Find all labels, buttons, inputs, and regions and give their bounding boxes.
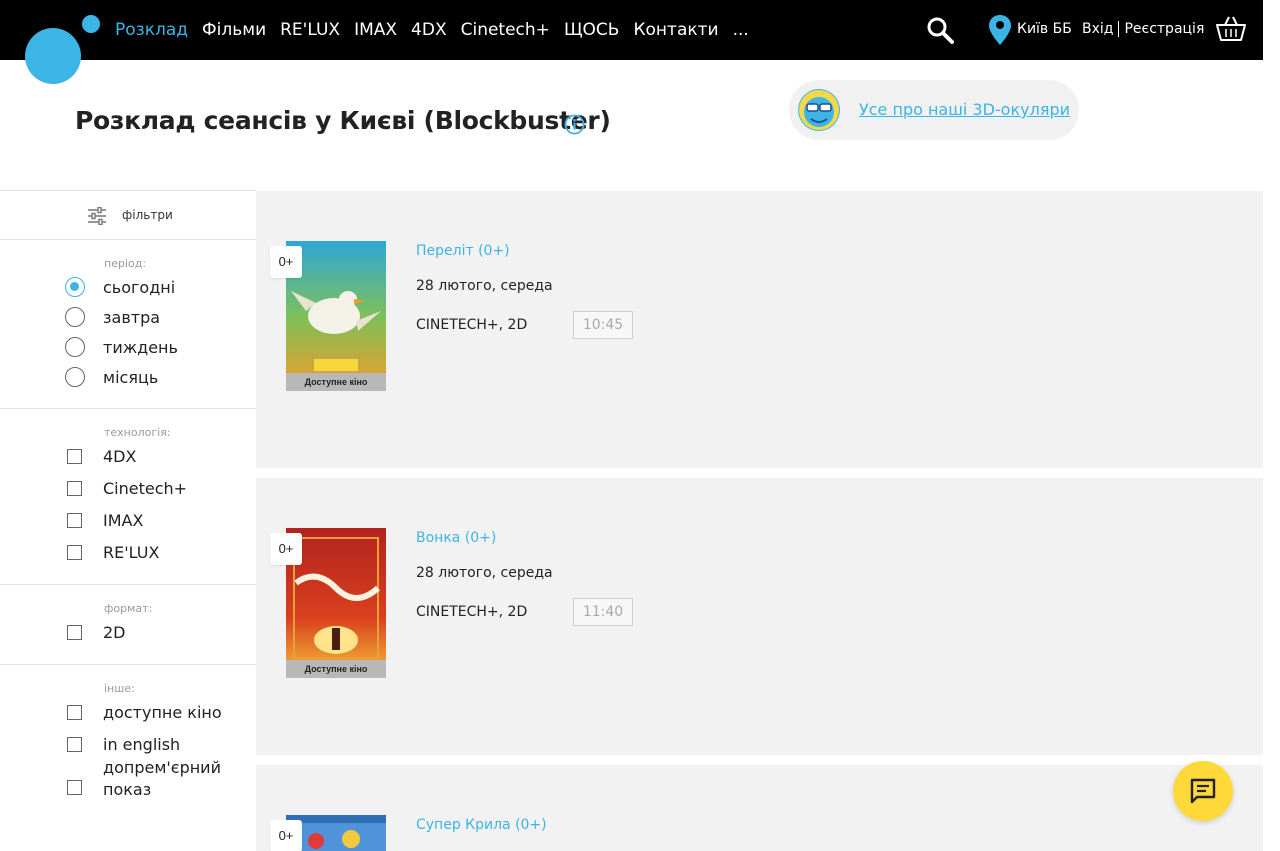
checkbox-imax[interactable]	[67, 513, 82, 528]
nav-relux[interactable]: RE'LUX	[280, 20, 340, 40]
auth-separator	[1118, 21, 1120, 37]
session-date: 28 лютого, середа	[416, 565, 553, 581]
other-premiere-label-line1: допрем'єрний	[103, 758, 221, 777]
format-2d-label: 2D	[103, 623, 126, 642]
logo[interactable]	[25, 28, 81, 84]
filter-sliders-icon	[88, 207, 106, 225]
technology-label: технологія:	[104, 426, 171, 439]
nav-schedule[interactable]: Розклад	[115, 20, 188, 40]
3d-glasses-link[interactable]: Усе про наші 3D-окуляри	[859, 100, 1070, 119]
radio-tomorrow[interactable]	[65, 307, 85, 327]
filter-group-period: період: сьогодні завтра тиждень місяць	[0, 240, 256, 409]
age-rating-badge: 0+	[270, 246, 302, 278]
movie-title-link[interactable]: Супер Крила (0+)	[416, 817, 547, 833]
filter-group-other: інше: доступне кіно in english допрем'єр…	[0, 665, 256, 851]
tech-relux-label: RE'LUX	[103, 543, 160, 562]
chat-icon	[1190, 778, 1216, 804]
checkbox-english[interactable]	[67, 737, 82, 752]
tech-option-cinetech[interactable]: Cinetech+	[65, 479, 187, 498]
poster-caption: Доступне кіно	[286, 373, 386, 391]
checkbox-premiere[interactable]	[67, 780, 82, 795]
auth-links: Вхід Реєстрація	[1082, 21, 1204, 37]
tech-cinetech-label: Cinetech+	[103, 479, 188, 498]
period-today-label: сьогодні	[103, 278, 176, 297]
radio-week[interactable]	[65, 337, 85, 357]
location-pin-icon[interactable]	[988, 14, 1012, 46]
filter-title: фільтри	[122, 208, 173, 222]
other-accessible-label: доступне кіно	[103, 703, 222, 722]
period-tomorrow-label: завтра	[103, 308, 161, 327]
session-card: Доступне кіно 0+ Вонка (0+) 28 лютого, с…	[256, 478, 1263, 755]
checkbox-4dx[interactable]	[67, 449, 82, 464]
tech-option-relux[interactable]: RE'LUX	[65, 543, 159, 562]
filter-group-format: формат: 2D	[0, 585, 256, 665]
period-option-today[interactable]: сьогодні	[65, 277, 175, 297]
nav-cinetech[interactable]: Cinetech+	[461, 20, 550, 40]
tech-option-imax[interactable]: IMAX	[65, 511, 143, 530]
session-time-button[interactable]: 10:45	[573, 311, 633, 339]
mascot-glasses-icon	[798, 89, 840, 131]
basket-icon[interactable]	[1215, 14, 1247, 42]
session-card: 0+ Супер Крила (0+)	[256, 765, 1263, 851]
info-icon[interactable]	[564, 114, 585, 135]
period-week-label: тиждень	[103, 338, 178, 357]
chat-button[interactable]	[1173, 761, 1233, 821]
movie-title-link[interactable]: Переліт (0+)	[416, 243, 510, 259]
other-option-premiere[interactable]: допрем'єрний показ	[65, 758, 221, 799]
movie-title-link[interactable]: Вонка (0+)	[416, 530, 496, 546]
period-option-week[interactable]: тиждень	[65, 337, 178, 357]
radio-today[interactable]	[65, 277, 85, 297]
radio-month[interactable]	[65, 367, 85, 387]
other-option-accessible[interactable]: доступне кіно	[65, 703, 222, 722]
tech-imax-label: IMAX	[103, 511, 144, 530]
session-time-button[interactable]: 11:40	[573, 598, 633, 626]
logo-dot	[82, 15, 100, 33]
tech-4dx-label: 4DX	[103, 447, 137, 466]
login-link[interactable]: Вхід	[1082, 21, 1113, 37]
tech-option-4dx[interactable]: 4DX	[65, 447, 136, 466]
other-premiere-label-line2: показ	[103, 780, 152, 799]
age-rating-badge: 0+	[270, 820, 302, 851]
checkbox-relux[interactable]	[67, 545, 82, 560]
filter-group-technology: технологія: 4DX Cinetech+ IMAX RE'LUX	[0, 409, 256, 585]
checkbox-accessible[interactable]	[67, 705, 82, 720]
session-format: CINETECH+, 2D	[416, 317, 528, 333]
city-selector[interactable]: Київ ББ	[1017, 21, 1072, 37]
other-english-label: in english	[103, 735, 181, 754]
nav-shchos[interactable]: ЩОСЬ	[564, 20, 620, 40]
nav-imax[interactable]: IMAX	[354, 20, 397, 40]
other-option-english[interactable]: in english	[65, 735, 180, 754]
search-icon[interactable]	[925, 15, 955, 45]
main-nav: Розклад Фільми RE'LUX IMAX 4DX Cinetech+…	[115, 0, 763, 60]
nav-4dx[interactable]: 4DX	[411, 20, 447, 40]
checkbox-cinetech[interactable]	[67, 481, 82, 496]
period-month-label: місяць	[103, 368, 159, 387]
session-card: Доступне кіно 0+ Переліт (0+) 28 лютого,…	[256, 191, 1263, 468]
period-option-tomorrow[interactable]: завтра	[65, 307, 160, 327]
nav-contacts[interactable]: Контакти	[633, 20, 718, 40]
session-format: CINETECH+, 2D	[416, 604, 528, 620]
poster-caption: Доступне кіно	[286, 660, 386, 678]
other-label: інше:	[104, 682, 135, 695]
page-title: Розклад сеансів у Києві (Blockbuster)	[75, 106, 611, 135]
filter-sidebar: фільтри період: сьогодні завтра тиждень …	[0, 190, 256, 851]
period-option-month[interactable]: місяць	[65, 367, 158, 387]
checkbox-2d[interactable]	[67, 625, 82, 640]
register-link[interactable]: Реєстрація	[1124, 21, 1204, 37]
nav-more[interactable]: ...	[733, 20, 749, 40]
3d-glasses-promo: Усе про наші 3D-окуляри	[789, 80, 1079, 140]
top-navbar: Розклад Фільми RE'LUX IMAX 4DX Cinetech+…	[0, 0, 1263, 60]
period-label: період:	[104, 257, 147, 270]
session-date: 28 лютого, середа	[416, 278, 553, 294]
filter-header[interactable]: фільтри	[0, 191, 256, 240]
format-option-2d[interactable]: 2D	[65, 623, 126, 642]
age-rating-badge: 0+	[270, 533, 302, 565]
nav-films[interactable]: Фільми	[202, 20, 266, 40]
format-label: формат:	[104, 602, 153, 615]
